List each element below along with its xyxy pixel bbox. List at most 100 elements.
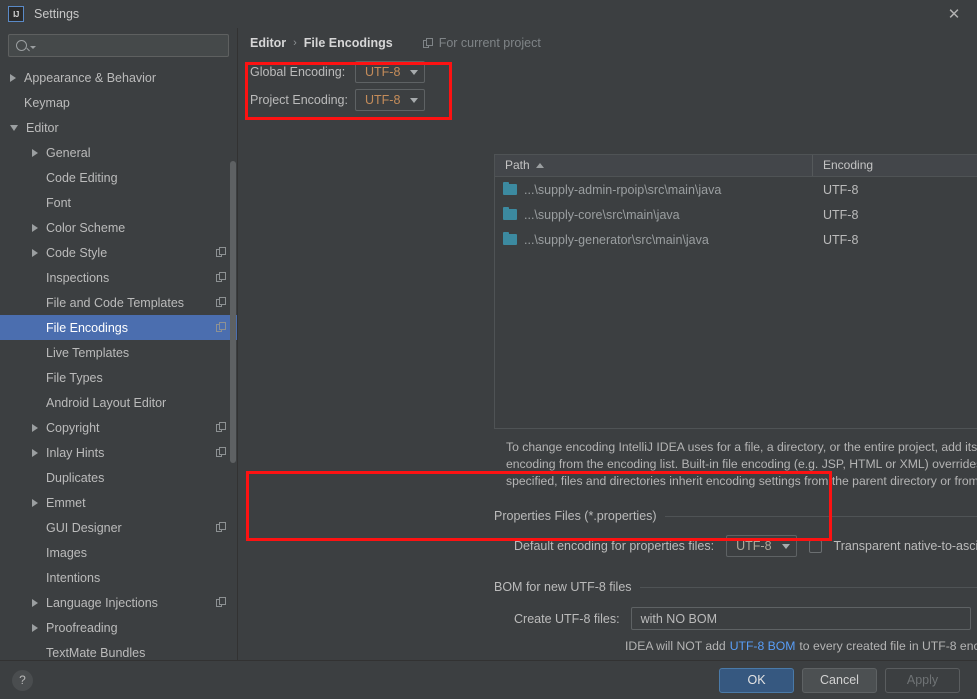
- properties-files-group-label: Properties Files (*.properties): [494, 509, 657, 523]
- column-header-path-label: Path: [505, 158, 530, 172]
- sidebar-item-label: Appearance & Behavior: [24, 70, 157, 85]
- sidebar-item-label: Language Injections: [46, 595, 158, 610]
- transparent-native-to-ascii-label[interactable]: Transparent native-to-ascii conversion: [834, 539, 977, 553]
- settings-main-panel: Editor › File Encodings For current proj…: [238, 28, 977, 661]
- sort-ascending-icon: [535, 163, 544, 168]
- chevron-right-icon[interactable]: [32, 248, 38, 257]
- table-cell-encoding[interactable]: UTF-8: [813, 183, 858, 197]
- project-scope-badge-icon: [216, 272, 227, 283]
- global-encoding-select[interactable]: UTF-8: [355, 61, 426, 83]
- table-cell-encoding[interactable]: UTF-8: [813, 233, 858, 247]
- breadcrumb-parent[interactable]: Editor: [250, 36, 286, 50]
- sidebar-item-code-editing[interactable]: Code Editing: [0, 165, 237, 190]
- breadcrumb-separator-icon: ›: [293, 37, 297, 49]
- sidebar-item-duplicates[interactable]: Duplicates: [0, 465, 237, 490]
- sidebar-item-label: File Encodings: [46, 320, 128, 335]
- sidebar-item-inspections[interactable]: Inspections: [0, 265, 237, 290]
- chevron-right-icon[interactable]: [32, 623, 38, 632]
- properties-default-encoding-select[interactable]: UTF-8: [726, 535, 797, 557]
- footer-button-group: OK Cancel Apply: [719, 667, 960, 693]
- create-utf8-files-value: with NO BOM: [640, 611, 717, 626]
- sidebar-item-appearance-behavior[interactable]: Appearance & Behavior: [0, 65, 237, 90]
- project-encoding-value: UTF-8: [365, 93, 401, 107]
- chevron-right-icon[interactable]: [32, 148, 38, 157]
- chevron-right-icon[interactable]: [32, 223, 38, 232]
- settings-tree: Appearance & Behavior Keymap Editor General…: [0, 65, 237, 661]
- group-divider: [639, 586, 977, 588]
- properties-default-encoding-row: Default encoding for properties files: U…: [494, 535, 977, 557]
- dialog-footer: ? OK Cancel Apply: [0, 660, 977, 699]
- sidebar-item-file-types[interactable]: File Types: [0, 365, 237, 390]
- column-header-path[interactable]: Path: [495, 155, 813, 176]
- chevron-right-icon[interactable]: [32, 448, 38, 457]
- table-cell-encoding[interactable]: UTF-8: [813, 208, 858, 222]
- sidebar-item-images[interactable]: Images: [0, 540, 237, 565]
- dialog-content: Appearance & Behavior Keymap Editor General…: [0, 28, 977, 661]
- sidebar-scrollbar[interactable]: [230, 161, 236, 463]
- project-encoding-select[interactable]: UTF-8: [355, 89, 426, 111]
- search-wrapper: [0, 28, 237, 65]
- table-row[interactable]: ...\supply-core\src\main\java UTF-8: [495, 202, 977, 227]
- project-encoding-label: Project Encoding:: [250, 93, 348, 107]
- sidebar-item-android-layout-editor[interactable]: Android Layout Editor: [0, 390, 237, 415]
- bom-hint-link[interactable]: UTF-8 BOM: [730, 639, 796, 653]
- sidebar-item-color-scheme[interactable]: Color Scheme: [0, 215, 237, 240]
- create-utf8-files-select[interactable]: with NO BOM: [630, 607, 971, 630]
- chevron-right-icon[interactable]: [32, 498, 38, 507]
- sidebar-item-gui-designer[interactable]: GUI Designer: [0, 515, 237, 540]
- cancel-button[interactable]: Cancel: [802, 667, 877, 693]
- sidebar-item-copyright[interactable]: Copyright: [0, 415, 237, 440]
- table-body: ...\supply-admin-rpoip\src\main\java UTF-…: [495, 177, 977, 252]
- sidebar-item-language-injections[interactable]: Language Injections: [0, 590, 237, 615]
- project-scope-badge-icon: [216, 522, 227, 533]
- copy-scope-icon: [422, 37, 434, 49]
- column-header-encoding[interactable]: Encoding: [813, 155, 977, 176]
- chevron-right-icon[interactable]: [32, 423, 38, 432]
- ok-button[interactable]: OK: [719, 667, 794, 693]
- properties-files-group-title: Properties Files (*.properties): [494, 509, 977, 523]
- project-scope-badge-icon: [216, 297, 227, 308]
- sidebar-item-textmate-bundles[interactable]: TextMate Bundles: [0, 640, 237, 661]
- breadcrumb-current: File Encodings: [303, 36, 393, 50]
- sidebar-item-keymap[interactable]: Keymap: [0, 90, 237, 115]
- sidebar-item-proofreading[interactable]: Proofreading: [0, 615, 237, 640]
- sidebar-item-inlay-hints[interactable]: Inlay Hints: [0, 440, 237, 465]
- sidebar-item-live-templates[interactable]: Live Templates: [0, 340, 237, 365]
- help-button[interactable]: ?: [12, 669, 33, 691]
- sidebar-item-font[interactable]: Font: [0, 190, 237, 215]
- sidebar-item-label: Inspections: [46, 270, 110, 285]
- sidebar-item-file-and-code-templates[interactable]: File and Code Templates: [0, 290, 237, 315]
- sidebar-item-intentions[interactable]: Intentions: [0, 565, 237, 590]
- sidebar-item-label: Font: [46, 195, 72, 210]
- table-cell-path: ...\supply-generator\src\main\java: [495, 232, 813, 247]
- sidebar-item-label: Intentions: [46, 570, 101, 585]
- create-utf8-files-label: Create UTF-8 files:: [514, 611, 620, 626]
- sidebar-item-file-encodings[interactable]: File Encodings: [0, 315, 237, 340]
- sidebar-item-code-style[interactable]: Code Style: [0, 240, 237, 265]
- sidebar-item-general[interactable]: General: [0, 140, 237, 165]
- sidebar-item-label: Editor: [26, 120, 59, 135]
- sidebar-item-editor[interactable]: Editor: [0, 115, 237, 140]
- project-encoding-row: Project Encoding: UTF-8: [238, 86, 977, 114]
- folder-icon: [503, 207, 517, 220]
- close-icon[interactable]: ✕: [931, 0, 977, 28]
- chevron-down-icon[interactable]: [10, 124, 18, 131]
- table-row[interactable]: ...\supply-admin-rpoip\src\main\java UTF-…: [495, 177, 977, 202]
- transparent-native-to-ascii-checkbox[interactable]: [808, 539, 822, 553]
- project-scope-badge-icon: [216, 322, 227, 333]
- table-row[interactable]: ...\supply-generator\src\main\java UTF-8: [495, 227, 977, 252]
- bom-hint: IDEA will NOT add UTF-8 BOM to every cre…: [494, 639, 977, 653]
- sidebar-item-emmet[interactable]: Emmet: [0, 490, 237, 515]
- chevron-right-icon[interactable]: [10, 73, 16, 82]
- chevron-right-icon[interactable]: [32, 598, 38, 607]
- bom-hint-prefix: IDEA will NOT add: [625, 639, 726, 653]
- search-input[interactable]: [41, 37, 228, 54]
- search-field[interactable]: [8, 34, 229, 57]
